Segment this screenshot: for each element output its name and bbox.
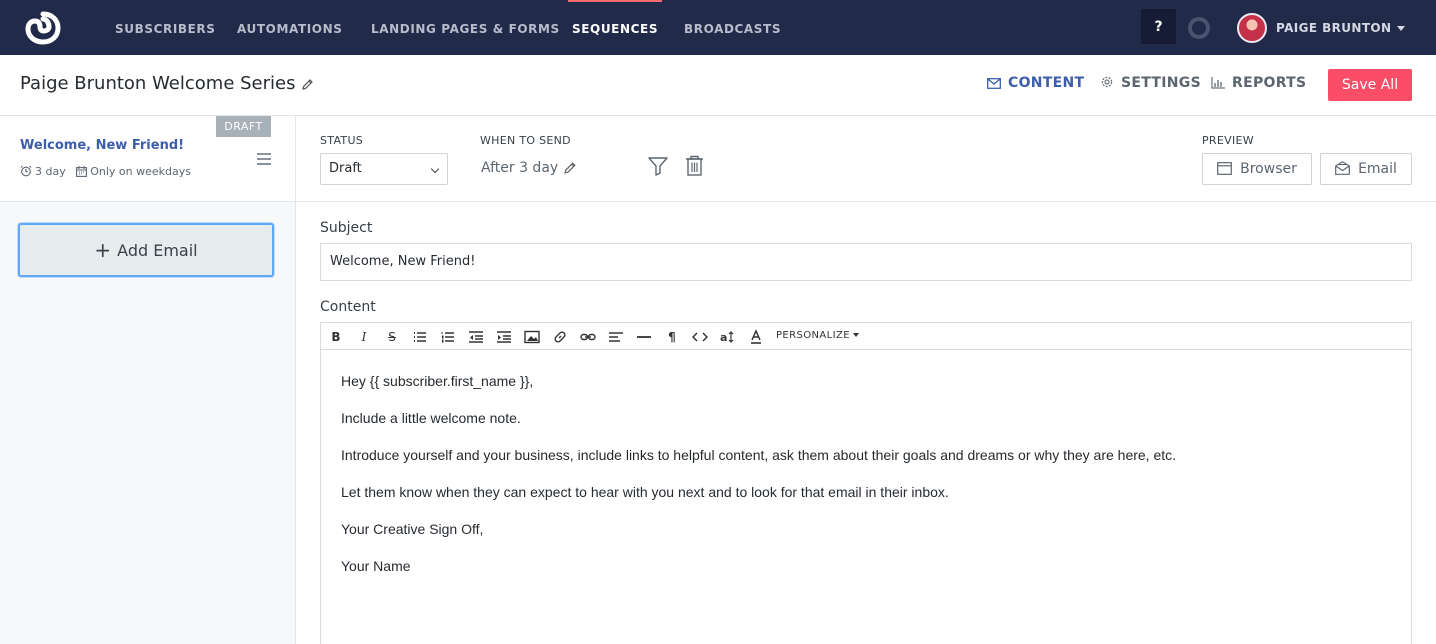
body-paragraph: Your Creative Sign Off, xyxy=(341,521,484,537)
user-menu[interactable]: PAIGE BRUNTON xyxy=(1276,0,1406,56)
svg-text:a: a xyxy=(720,331,727,344)
sequence-email-item[interactable]: DRAFT Welcome, New Friend! 3 day Only on… xyxy=(0,116,295,202)
align-icon[interactable] xyxy=(608,329,624,345)
strikethrough-button[interactable]: S xyxy=(384,329,400,345)
email-delay: 3 day xyxy=(35,165,66,178)
user-name-label: PAIGE BRUNTON xyxy=(1276,21,1392,35)
body-paragraph: Hey {{ subscriber.first_name }}, xyxy=(341,373,534,389)
tab-reports-label: REPORTS xyxy=(1232,75,1307,91)
plus-icon: + xyxy=(94,238,112,262)
envelope-icon xyxy=(987,78,1001,89)
indent-icon[interactable] xyxy=(496,329,512,345)
nav-sequences[interactable]: SEQUENCES xyxy=(567,0,663,55)
preview-label: PREVIEW xyxy=(1202,134,1254,147)
add-email-button[interactable]: + Add Email xyxy=(18,223,274,277)
unlink-icon[interactable] xyxy=(580,329,596,345)
sequence-sidebar: DRAFT Welcome, New Friend! 3 day Only on… xyxy=(0,116,296,644)
save-all-button[interactable]: Save All xyxy=(1328,69,1412,101)
sequence-header: Paige Brunton Welcome Series CONTENT SET… xyxy=(0,55,1436,116)
browser-window-icon xyxy=(1217,162,1233,175)
italic-button[interactable]: I xyxy=(356,329,372,345)
pencil-icon[interactable] xyxy=(563,161,577,175)
tab-reports[interactable]: REPORTS xyxy=(1211,75,1306,91)
link-icon[interactable] xyxy=(552,329,568,345)
nav-automations[interactable]: AUTOMATIONS xyxy=(237,0,342,55)
caret-down-icon xyxy=(1397,26,1406,31)
calendar-icon xyxy=(76,166,88,177)
tab-content[interactable]: CONTENT xyxy=(987,75,1084,91)
font-size-icon[interactable]: a xyxy=(720,329,736,345)
alarm-clock-icon xyxy=(20,165,32,177)
paragraph-icon[interactable]: ¶ xyxy=(664,329,680,345)
draft-badge: DRAFT xyxy=(216,116,271,137)
subject-label: Subject xyxy=(320,220,373,236)
nav-broadcasts[interactable]: BROADCASTS xyxy=(684,0,781,55)
body-paragraph: Your Name xyxy=(341,558,411,574)
filter-icon[interactable] xyxy=(648,156,668,176)
body-paragraph: Let them know when they can expect to he… xyxy=(341,484,949,500)
nav-subscribers[interactable]: SUBSCRIBERS xyxy=(115,0,216,55)
trash-icon[interactable] xyxy=(685,155,704,176)
personalize-dropdown[interactable]: PERSONALIZE xyxy=(776,330,859,341)
preview-email-button[interactable]: Email xyxy=(1320,153,1412,185)
code-icon[interactable] xyxy=(692,329,708,345)
status-label: STATUS xyxy=(320,134,364,147)
status-value: Draft xyxy=(329,161,362,176)
email-schedule: Only on weekdays xyxy=(90,165,191,178)
when-to-send-label: WHEN TO SEND xyxy=(480,134,571,147)
status-select[interactable]: Draft xyxy=(320,153,448,185)
gear-icon xyxy=(1101,76,1113,88)
chevron-down-icon xyxy=(430,164,440,174)
convertkit-logo-icon[interactable] xyxy=(25,11,61,45)
image-icon[interactable] xyxy=(524,329,540,345)
tab-settings[interactable]: SETTINGS xyxy=(1100,75,1201,91)
sequence-title[interactable]: Paige Brunton Welcome Series xyxy=(20,73,314,94)
sequence-title-text: Paige Brunton Welcome Series xyxy=(20,73,296,94)
help-button[interactable]: ? xyxy=(1141,9,1176,44)
loading-spinner-icon xyxy=(1188,17,1210,39)
preview-browser-button[interactable]: Browser xyxy=(1202,153,1312,185)
body-paragraph: Include a little welcome note. xyxy=(341,410,521,426)
email-settings-row: STATUS Draft WHEN TO SEND After 3 day PR… xyxy=(296,116,1436,202)
tab-settings-label: SETTINGS xyxy=(1121,75,1201,91)
outdent-icon[interactable] xyxy=(468,329,484,345)
content-label: Content xyxy=(320,299,376,315)
envelope-open-icon xyxy=(1335,161,1350,175)
when-to-send-value[interactable]: After 3 day xyxy=(481,160,577,176)
preview-browser-label: Browser xyxy=(1240,161,1297,177)
preview-email-label: Email xyxy=(1358,161,1397,177)
nav-landing-pages-forms[interactable]: LANDING PAGES & FORMS xyxy=(371,0,560,55)
horizontal-rule-icon[interactable] xyxy=(636,329,652,345)
bar-chart-icon xyxy=(1211,77,1225,89)
bullet-list-icon[interactable] xyxy=(412,329,428,345)
editor-toolbar: B I S ¶ a PERSONALIZE xyxy=(320,322,1412,350)
text-color-icon[interactable] xyxy=(748,329,764,345)
bold-button[interactable]: B xyxy=(328,329,344,345)
pencil-icon[interactable] xyxy=(301,78,314,91)
tab-content-label: CONTENT xyxy=(1008,75,1085,91)
email-name[interactable]: Welcome, New Friend! xyxy=(20,138,184,153)
top-nav: SUBSCRIBERS AUTOMATIONS LANDING PAGES & … xyxy=(0,0,1436,55)
subject-input[interactable]: Welcome, New Friend! xyxy=(320,243,1412,281)
when-to-send-text: After 3 day xyxy=(481,160,559,176)
numbered-list-icon[interactable] xyxy=(440,329,456,345)
add-email-label: Add Email xyxy=(117,241,198,260)
personalize-label: PERSONALIZE xyxy=(776,330,850,341)
drag-handle-icon[interactable] xyxy=(257,153,271,165)
body-paragraph: Introduce yourself and your business, in… xyxy=(341,447,1177,463)
email-meta: 3 day Only on weekdays xyxy=(20,165,191,178)
email-body-editor[interactable]: Hey {{ subscriber.first_name }}, Include… xyxy=(320,349,1412,644)
caret-down-icon xyxy=(852,333,859,337)
avatar[interactable] xyxy=(1237,13,1267,43)
